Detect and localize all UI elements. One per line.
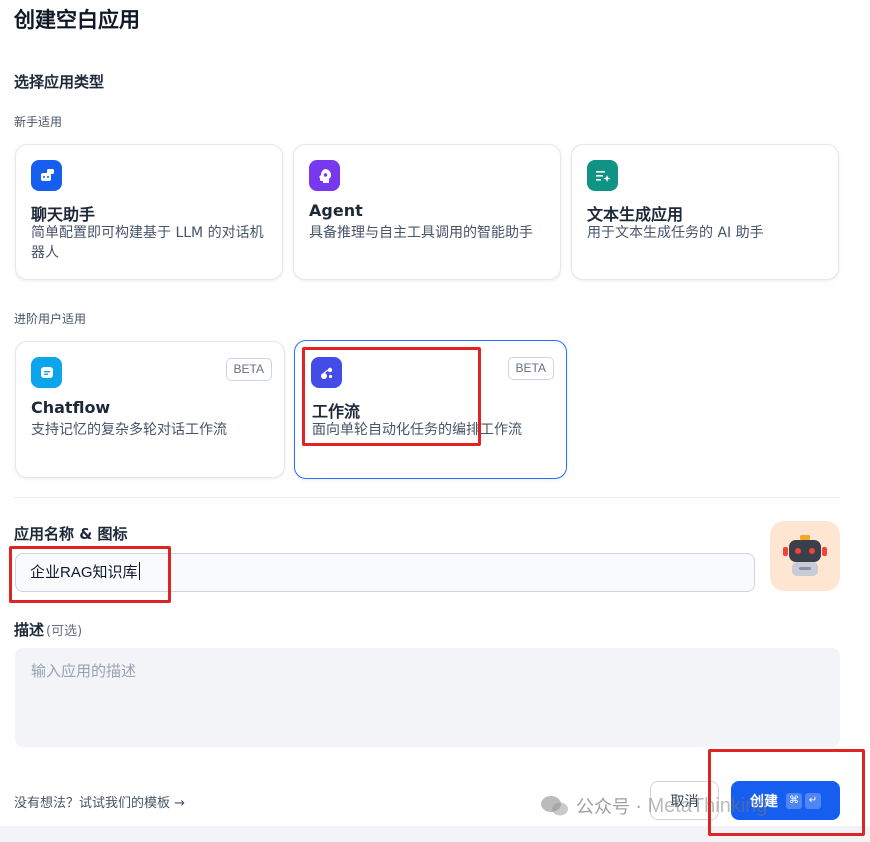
description-field-label: 描述 (可选) [14,619,82,640]
footer-band [0,826,870,842]
card-workflow[interactable]: BETA 工作流 面向单轮自动化任务的编排工作流 [294,340,567,479]
chatflow-icon [31,357,62,388]
chat-robot-icon [31,160,62,191]
section-divider [14,497,840,498]
enter-key-icon: ↵ [805,792,821,809]
watermark: 公众号 · MetaThinking [540,793,768,819]
card-title: Agent [309,201,363,220]
card-description: 支持记忆的复杂多轮对话工作流 [31,422,227,438]
card-chat-assistant[interactable]: 聊天助手 简单配置即可构建基于 LLM 的对话机器人 [15,144,283,280]
card-chatflow[interactable]: BETA Chatflow 支持记忆的复杂多轮对话工作流 [15,341,285,478]
card-title: Chatflow [31,398,111,417]
card-title: 工作流 [312,402,361,421]
robot-avatar-icon [783,535,827,576]
card-title: 文本生成应用 [587,205,684,224]
name-field-label: 应用名称 & 图标 [14,525,128,543]
advanced-group-label: 进阶用户适用 [14,312,87,326]
beta-badge: BETA [507,357,554,380]
card-description: 面向单轮自动化任务的编排工作流 [312,422,522,438]
shortcut-keys: ⌘ ↵ [786,792,821,809]
app-name-value: 企业RAG知识库 [30,564,138,581]
watermark-en: MetaThinking [647,794,768,817]
card-description: 简单配置即可构建基于 LLM 的对话机器人 [31,225,264,261]
arrow-right-icon: → [174,796,186,811]
card-agent[interactable]: Agent 具备推理与自主工具调用的智能助手 [293,144,561,280]
optional-hint: (可选) [46,624,83,639]
text-generation-icon [587,160,618,191]
card-description: 具备推理与自主工具调用的智能助手 [309,225,533,241]
watermark-cn: 公众号 · [576,797,642,818]
agent-brain-icon [309,160,340,191]
description-textarea[interactable]: 输入应用的描述 [15,648,840,747]
app-type-section-label: 选择应用类型 [14,73,105,91]
workflow-icon [311,357,342,388]
command-key-icon: ⌘ [786,792,802,809]
card-description: 用于文本生成任务的 AI 助手 [587,225,764,241]
beta-badge: BETA [225,358,272,381]
page-title: 创建空白应用 [14,8,140,32]
app-name-input[interactable]: 企业RAG知识库 [15,553,755,592]
template-link[interactable]: 没有想法？试试我们的模板 → [14,792,185,811]
app-icon-picker[interactable] [770,521,840,591]
card-text-generation[interactable]: 文本生成应用 用于文本生成任务的 AI 助手 [571,144,839,280]
wechat-icon [541,796,568,816]
description-label-text: 描述 [14,621,45,639]
card-title: 聊天助手 [31,205,96,224]
text-caret [138,562,140,580]
beginner-group-label: 新手适用 [14,115,63,129]
template-link-text: 没有想法？试试我们的模板 [14,796,171,811]
